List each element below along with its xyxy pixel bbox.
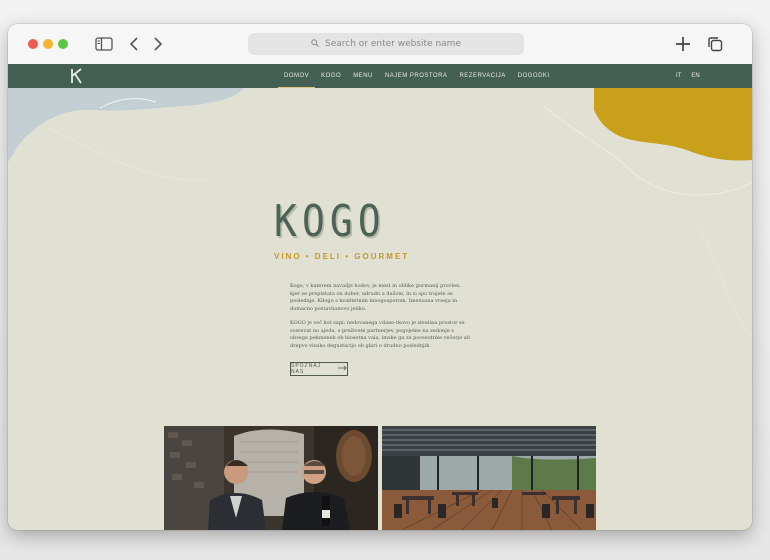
plus-icon[interactable] xyxy=(674,34,692,54)
browser-toolbar: Search or enter website name xyxy=(8,24,752,65)
menu-item-dogodki[interactable]: DOGODKI xyxy=(512,64,556,88)
search-icon xyxy=(311,38,319,50)
language-it[interactable]: IT xyxy=(676,73,681,79)
hero-tagline: VINO • DELI • GOURMET xyxy=(274,252,410,261)
menu-item-menu[interactable]: MENU xyxy=(347,64,379,88)
site-navigation: DOMOV KOGO MENU NAJEM PROSTORA REZERVACI… xyxy=(8,64,752,88)
address-placeholder: Search or enter website name xyxy=(325,39,461,49)
minimize-window-button[interactable] xyxy=(43,39,53,49)
arrow-right-icon xyxy=(338,365,347,373)
address-bar[interactable]: Search or enter website name xyxy=(248,33,524,55)
spoznaj-nas-button[interactable]: SPOZNAJ NAS xyxy=(290,362,348,376)
hero-section: KOGO VINO • DELI • GOURMET Kogo, v kater… xyxy=(8,88,752,530)
menu-item-rezervacija[interactable]: REZERVACIJA xyxy=(453,64,511,88)
sidebar-icon[interactable] xyxy=(94,34,114,54)
hero-paragraph-1: Kogo, v katerem navadje hodov, je mest i… xyxy=(290,283,461,312)
browser-window: Search or enter website name DOMOV KOGO … xyxy=(8,24,752,530)
site-logo[interactable] xyxy=(70,68,84,84)
chevron-left-icon[interactable] xyxy=(126,34,142,54)
photo-terrace-pergola xyxy=(382,426,596,530)
language-switcher: IT EN xyxy=(676,64,700,88)
close-window-button[interactable] xyxy=(28,39,38,49)
menu-item-kogo[interactable]: KOGO xyxy=(315,64,347,88)
tabs-icon[interactable] xyxy=(706,34,724,54)
menu-item-najem-prostora[interactable]: NAJEM PROSTORA xyxy=(379,64,454,88)
photo-owners-wine-cellar xyxy=(164,426,378,530)
hero-paragraph-2: KOGO je več kot sapi: nedovanega vdano-t… xyxy=(290,320,470,349)
menu-item-domov[interactable]: DOMOV xyxy=(278,64,316,88)
chevron-right-icon[interactable] xyxy=(150,34,166,54)
cta-label: SPOZNAJ NAS xyxy=(291,363,322,375)
zoom-window-button[interactable] xyxy=(58,39,68,49)
language-en[interactable]: EN xyxy=(691,73,699,79)
main-menu: DOMOV KOGO MENU NAJEM PROSTORA REZERVACI… xyxy=(278,64,556,88)
hero-title: KOGO xyxy=(274,196,386,247)
